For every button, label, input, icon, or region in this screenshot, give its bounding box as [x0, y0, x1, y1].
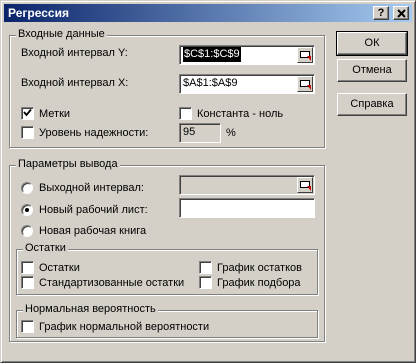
residuals-legend: Остатки — [23, 242, 68, 254]
new-worksheet-label: Новый рабочий лист: — [39, 204, 148, 216]
help-button[interactable]: Справка — [337, 93, 407, 116]
normal-probability-plot-checkbox[interactable] — [21, 320, 34, 333]
checkmark-icon — [23, 108, 32, 117]
residual-plot-checkbox[interactable] — [199, 261, 212, 274]
line-fit-plot-label: График подбора — [217, 277, 301, 289]
new-workbook-label: Новая рабочая книга — [39, 225, 147, 237]
confidence-level-value: 95 — [183, 126, 196, 138]
standardized-residuals-checkbox[interactable] — [21, 276, 34, 289]
y-range-input[interactable]: $C$1:$C$9 — [179, 45, 315, 65]
output-range-label: Выходной интервал: — [39, 182, 144, 194]
labels-label: Метки — [39, 108, 71, 120]
output-range-radio[interactable] — [21, 182, 33, 194]
x-range-input[interactable]: $A$1:$A$9 — [179, 74, 315, 94]
input-data-legend: Входные данные — [16, 28, 107, 40]
x-range-value: $A$1:$A$9 — [183, 77, 238, 89]
percent-sign: % — [226, 127, 236, 139]
new-worksheet-radio[interactable] — [21, 204, 33, 216]
collapse-dialog-icon[interactable] — [297, 47, 313, 63]
line-fit-plot-checkbox[interactable] — [199, 276, 212, 289]
output-options-legend: Параметры вывода — [16, 158, 120, 170]
regression-dialog: Регрессия ? Входные данные Входной интер… — [0, 0, 416, 363]
residuals-label: Остатки — [39, 262, 80, 274]
close-title-button[interactable] — [393, 6, 409, 20]
help-title-button[interactable]: ? — [373, 6, 389, 20]
title-bar[interactable]: Регрессия — [4, 4, 412, 22]
collapse-dialog-icon[interactable] — [297, 76, 313, 92]
residuals-checkbox[interactable] — [21, 261, 34, 274]
cancel-button[interactable]: Отмена — [337, 59, 407, 82]
new-worksheet-input[interactable] — [179, 198, 315, 218]
output-range-input[interactable] — [179, 175, 315, 195]
residual-plot-label: График остатков — [217, 262, 302, 274]
dialog-title: Регрессия — [8, 6, 69, 20]
x-range-label: Входной интервал X: — [21, 77, 129, 89]
y-range-value: $C$1:$C$9 — [183, 47, 241, 62]
confidence-level-label: Уровень надежности: — [39, 127, 149, 139]
y-range-label: Входной интервал Y: — [21, 47, 128, 59]
standardized-residuals-label: Стандартизованные остатки — [39, 277, 185, 289]
constant-zero-label: Константа - ноль — [197, 108, 284, 120]
normal-probability-plot-label: График нормальной вероятности — [39, 321, 210, 333]
confidence-level-checkbox[interactable] — [21, 126, 34, 139]
new-workbook-radio[interactable] — [21, 225, 33, 237]
confidence-level-input[interactable]: 95 — [179, 123, 221, 143]
close-icon — [396, 9, 406, 18]
constant-zero-checkbox[interactable] — [179, 107, 192, 120]
collapse-dialog-icon[interactable] — [297, 177, 313, 193]
normal-probability-legend: Нормальная вероятность — [23, 303, 158, 315]
ok-button[interactable]: ОК — [336, 31, 408, 56]
labels-checkbox[interactable] — [21, 107, 34, 120]
